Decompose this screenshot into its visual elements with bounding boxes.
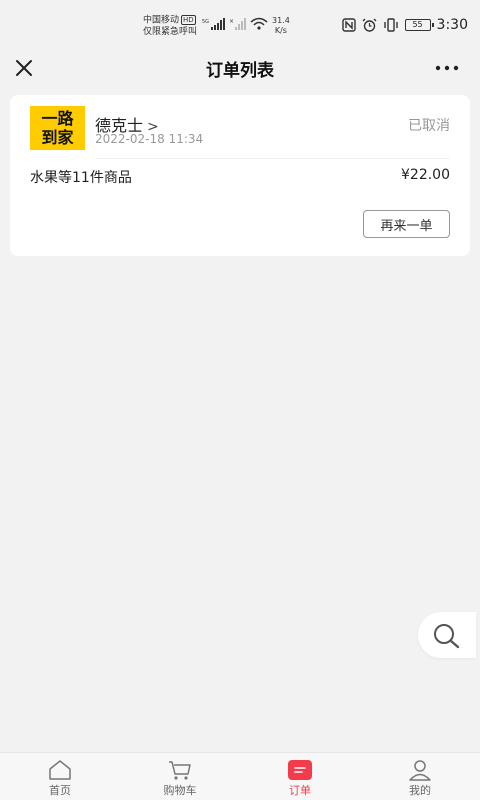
- status-time: 3:30: [436, 17, 468, 33]
- tab-label-profile: 我的: [409, 784, 431, 797]
- nav-bar: 订单列表: [0, 46, 480, 90]
- search-icon: [434, 624, 460, 649]
- status-bar: 中国移动 HD 仅限紧急呼叫 5G × 31.4 K/s 55 3:30: [0, 0, 480, 52]
- nfc-icon: [341, 18, 356, 32]
- reorder-button[interactable]: 再来一单: [363, 210, 450, 238]
- tab-label-cart: 购物车: [163, 784, 197, 797]
- cart-icon: [169, 761, 191, 780]
- signal-no-service-icon: ×: [229, 18, 246, 30]
- svg-text:5G: 5G: [202, 19, 209, 25]
- profile-icon: [409, 760, 431, 781]
- order-icon: [288, 760, 312, 780]
- hd-badge: HD: [181, 15, 196, 25]
- tab-orders[interactable]: 订单: [240, 753, 360, 800]
- tab-cart[interactable]: 购物车: [120, 753, 240, 800]
- tab-label-orders: 订单: [289, 784, 311, 797]
- bottom-tab-bar: 首页 购物车 订单 我的: [0, 752, 480, 800]
- floating-search-button[interactable]: [418, 612, 476, 658]
- home-icon: [49, 760, 71, 780]
- battery-indicator: 55: [404, 19, 434, 31]
- order-status: 已取消: [408, 118, 450, 134]
- order-price: ¥22.00: [401, 167, 450, 183]
- tab-home[interactable]: 首页: [0, 753, 120, 800]
- carrier-info: 中国移动 HD 仅限紧急呼叫: [143, 15, 197, 38]
- network-speed: 31.4 K/s: [272, 16, 290, 35]
- divider: [95, 158, 450, 159]
- alarm-icon: [362, 18, 377, 32]
- store-logo: 一路 到家: [30, 106, 85, 150]
- wifi-icon: [250, 17, 268, 30]
- order-card[interactable]: 一路 到家 德克士 > 2022-02-18 11:34 已取消 水果等11件商品…: [10, 95, 470, 256]
- items-summary: 水果等11件商品: [30, 170, 132, 186]
- more-options-icon[interactable]: [434, 58, 460, 78]
- signal-5g-icon: 5G: [202, 18, 225, 30]
- emergency-only-text: 仅限紧急呼叫: [143, 26, 198, 37]
- tab-label-home: 首页: [49, 784, 71, 797]
- vibrate-icon: [383, 18, 398, 32]
- svg-text:×: ×: [229, 18, 234, 25]
- order-time: 2022-02-18 11:34: [95, 132, 204, 146]
- page-title: 订单列表: [206, 61, 274, 81]
- carrier-name: 中国移动: [143, 15, 180, 26]
- tab-profile[interactable]: 我的: [360, 753, 480, 800]
